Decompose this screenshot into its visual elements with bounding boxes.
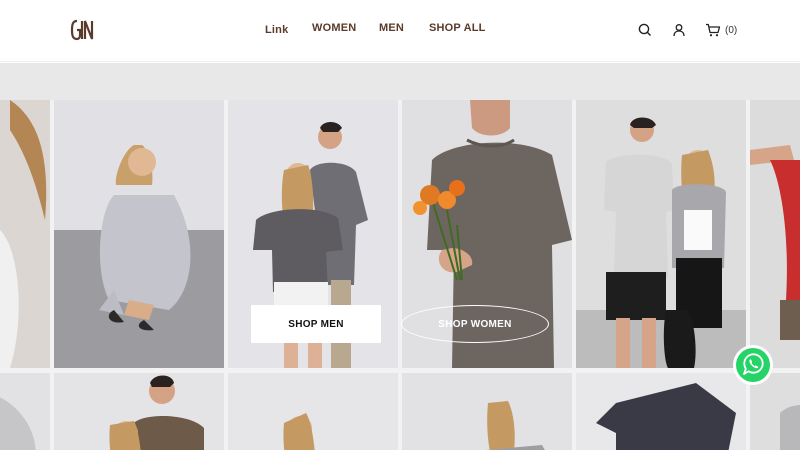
search-icon[interactable] — [637, 22, 653, 38]
cart-icon[interactable] — [705, 22, 721, 38]
lookbook-photo — [750, 100, 800, 368]
lookbook-photo — [402, 373, 572, 450]
lookbook-gallery — [0, 100, 800, 450]
lookbook-photo — [54, 100, 224, 368]
shop-women-button[interactable]: SHOP WOMEN — [401, 305, 549, 343]
user-icon[interactable] — [671, 22, 687, 38]
lookbook-photo — [228, 373, 398, 450]
lookbook-photo — [0, 100, 50, 368]
nav-men[interactable]: MEN — [379, 22, 404, 34]
lookbook-photo — [0, 373, 50, 450]
promo-band — [0, 63, 800, 100]
nav-link[interactable]: Link — [265, 24, 288, 36]
cart-count[interactable]: (0) — [725, 25, 737, 36]
lookbook-photo — [576, 100, 746, 368]
lookbook-photo — [54, 373, 224, 450]
site-header: Link WOMEN MEN SHOP ALL (0) — [0, 0, 800, 62]
nav-shop-all[interactable]: SHOP ALL — [429, 22, 486, 34]
nav-women[interactable]: WOMEN — [312, 22, 356, 34]
whatsapp-chat-icon[interactable] — [732, 344, 774, 386]
lookbook-photo — [576, 373, 746, 450]
shop-men-button[interactable]: SHOP MEN — [251, 305, 381, 343]
